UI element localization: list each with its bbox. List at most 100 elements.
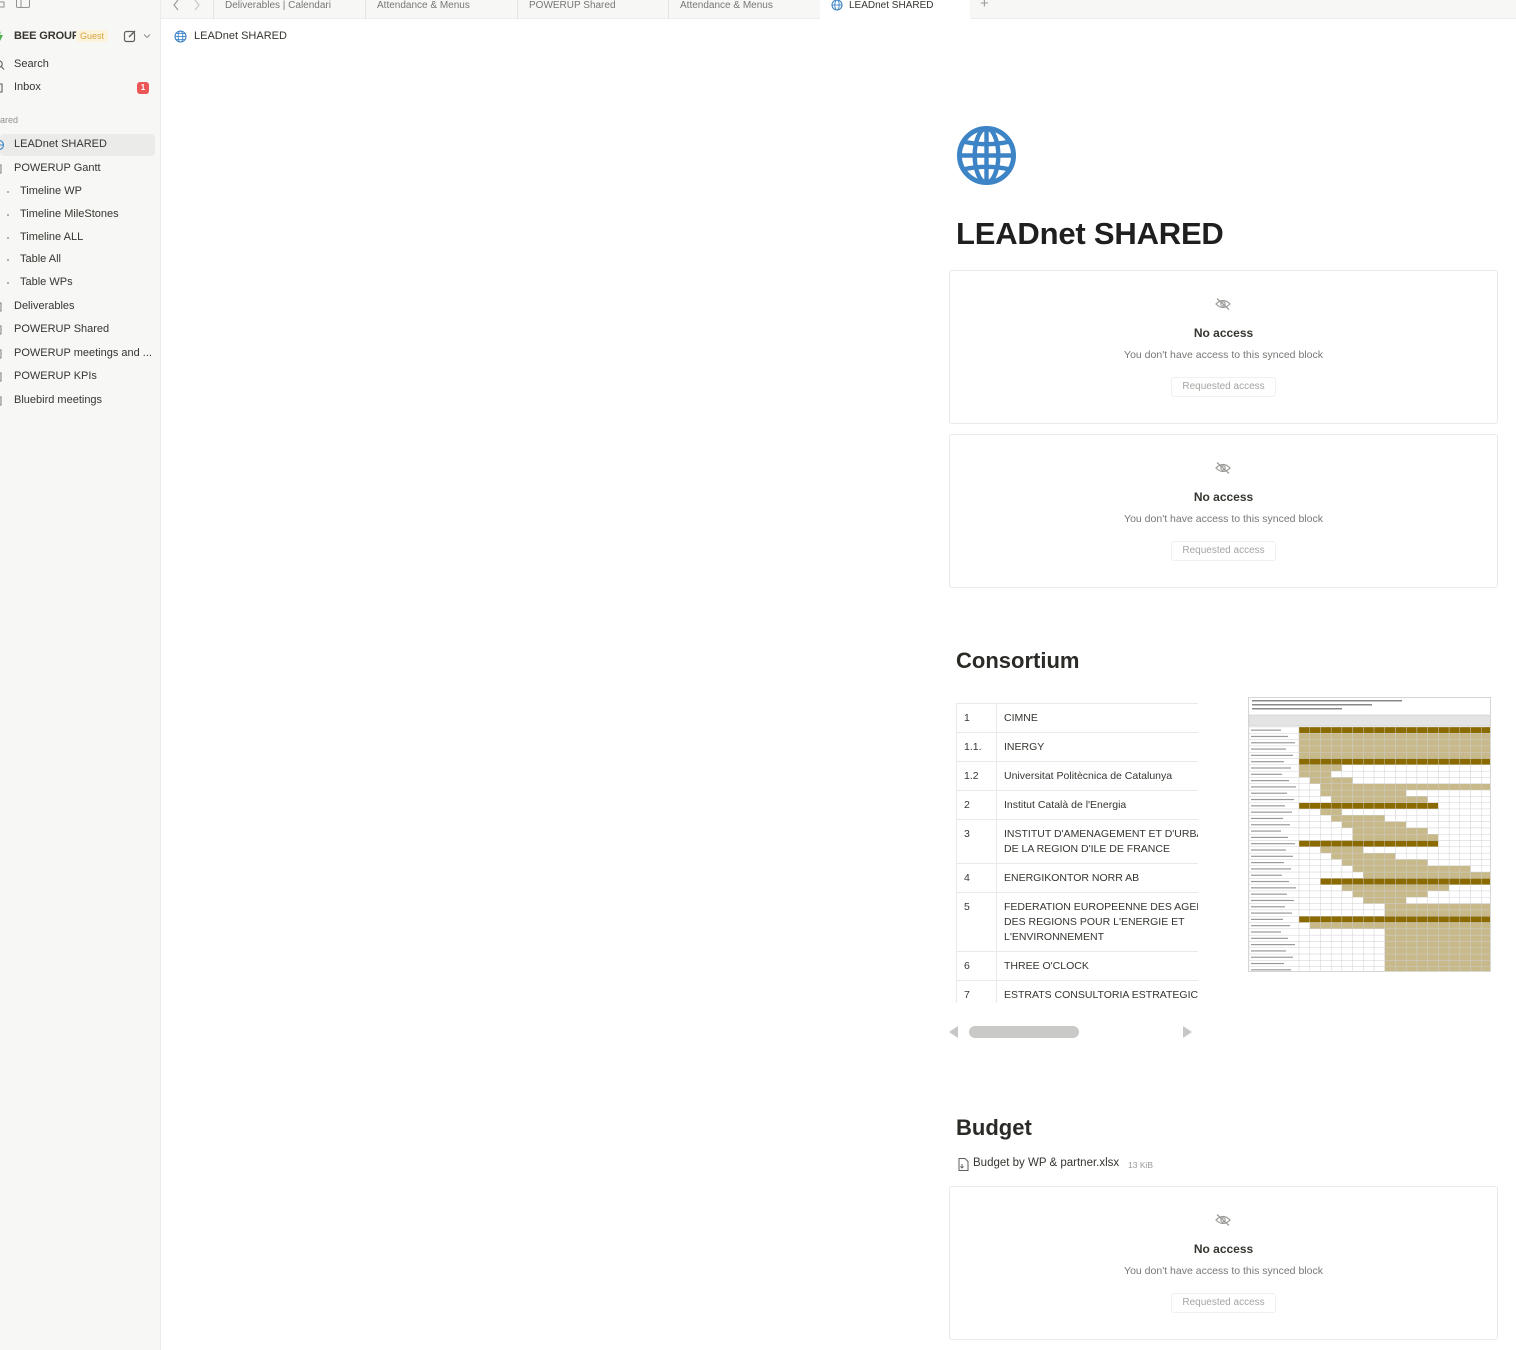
table-row[interactable]: 1.1. INERGY xyxy=(956,732,1198,762)
gantt-cell xyxy=(1416,764,1428,772)
consortium-table[interactable]: 1 CIMNE 1.1. INERGY 1.2 Universitat Politècni… xyxy=(956,703,1198,1003)
sidebar-item-table-all[interactable]: Table All xyxy=(0,249,155,271)
gantt-cell xyxy=(1341,840,1353,848)
tab-attendance-menus-2[interactable]: Attendance & Menus xyxy=(668,0,820,19)
table-row[interactable]: 1 CIMNE xyxy=(956,703,1198,733)
partner-number-cell: 6 xyxy=(956,951,997,981)
gantt-cell xyxy=(1373,953,1385,961)
gantt-task-label-text xyxy=(1251,925,1290,927)
gantt-chart-image[interactable] xyxy=(1248,697,1491,972)
gantt-cell xyxy=(1395,878,1407,885)
requested-access-button[interactable]: Requested access xyxy=(1171,1293,1276,1313)
gantt-task-label-text xyxy=(1251,944,1295,946)
new-page-icon[interactable] xyxy=(123,29,137,43)
gantt-cell xyxy=(1438,827,1450,835)
sidebar-item-table-wps[interactable]: Table WPs xyxy=(0,272,155,294)
globe-icon xyxy=(0,140,5,150)
table-row[interactable]: 1.2 Universitat Politècnica de Catalunya xyxy=(956,761,1198,791)
gantt-cell xyxy=(1341,941,1353,948)
sidebar-item-leadnet-shared[interactable]: LEADnet SHARED xyxy=(0,134,155,156)
gantt-cell xyxy=(1384,733,1396,740)
sidebar-item-deliverables[interactable]: Deliverables xyxy=(0,296,155,318)
gantt-cell xyxy=(1330,890,1343,898)
sidebar-item-powerup-shared[interactable]: POWERUP Shared xyxy=(0,319,155,341)
sidebar-search[interactable]: Search xyxy=(0,54,155,76)
gantt-cell xyxy=(1320,859,1332,866)
gantt-cell xyxy=(1309,802,1321,810)
gantt-cell xyxy=(1330,726,1343,734)
gantt-cell xyxy=(1363,934,1375,942)
gantt-cell xyxy=(1459,947,1471,955)
new-tab-button[interactable]: + xyxy=(980,0,992,11)
gantt-cell xyxy=(1330,916,1343,923)
budget-heading[interactable]: Budget xyxy=(956,1115,1032,1141)
tab-attendance-menus[interactable]: Attendance & Menus xyxy=(365,0,517,19)
table-row[interactable]: 5FEDERATION EUROPEENNE DES AGENCES ET DE… xyxy=(956,892,1198,952)
gantt-cell xyxy=(1470,745,1482,753)
workspace-switcher[interactable]: BEE GROUP Guest xyxy=(0,26,160,48)
tab-leadnet-shared[interactable]: LEADnet SHARED xyxy=(820,0,970,19)
gantt-cell xyxy=(1406,903,1418,911)
gantt-cell xyxy=(1373,846,1385,854)
sidebar-item-powerup-meetings[interactable]: POWERUP meetings and ... xyxy=(0,343,155,365)
inbox-icon xyxy=(0,83,3,93)
sidebar-toggle-icon[interactable] xyxy=(16,0,30,8)
scroll-right-arrow-icon[interactable] xyxy=(1183,1026,1192,1038)
synced-block-no-access: No access You don't have access to this … xyxy=(949,270,1498,424)
gantt-cell xyxy=(1341,796,1353,803)
sidebar-item-bluebird-meetings[interactable]: Bluebird meetings xyxy=(0,390,155,412)
gantt-cell xyxy=(1448,865,1461,873)
gantt-task-label-text xyxy=(1251,786,1296,788)
gantt-cell xyxy=(1373,783,1385,791)
partner-number-cell: 1.2 xyxy=(956,761,997,791)
gantt-cell xyxy=(1416,840,1428,848)
forward-arrow-icon[interactable] xyxy=(192,0,202,12)
gantt-cell xyxy=(1363,764,1375,772)
sidebar-item-powerup-kpis[interactable]: POWERUP KPIs xyxy=(0,366,155,388)
partner-number-cell: 1.1. xyxy=(956,732,997,762)
gantt-cell xyxy=(1320,821,1332,829)
table-row[interactable]: 6 THREE O'CLOCK xyxy=(956,951,1198,981)
gantt-cell xyxy=(1427,928,1439,936)
table-horizontal-scrollbar[interactable] xyxy=(949,1024,1195,1040)
sidebar-item-powerup-gantt[interactable]: POWERUP Gantt xyxy=(0,158,155,180)
gantt-cell xyxy=(1373,777,1385,784)
gantt-cell xyxy=(1406,916,1418,923)
scrollbar-thumb[interactable] xyxy=(969,1026,1079,1038)
sidebar-inbox[interactable]: Inbox 1 xyxy=(0,77,155,99)
gantt-cell xyxy=(1341,928,1353,936)
gantt-cell xyxy=(1309,752,1321,759)
sidebar-item-timeline-milestones[interactable]: Timeline MileStones xyxy=(0,204,155,226)
table-row[interactable]: 3INSTITUT D'AMENAGEMENT ET D'URBANISME D… xyxy=(956,819,1198,864)
lock-icon[interactable] xyxy=(0,0,5,8)
back-arrow-icon[interactable] xyxy=(171,0,181,12)
gantt-cell xyxy=(1481,726,1490,734)
gantt-cell xyxy=(1352,827,1364,835)
requested-access-button[interactable]: Requested access xyxy=(1171,541,1276,561)
table-row[interactable]: 2 Institut Català de l'Energia xyxy=(956,790,1198,820)
tab-deliverables-calendari[interactable]: Deliverables | Calendari xyxy=(213,0,365,19)
sidebar-item-timeline-all[interactable]: Timeline ALL xyxy=(0,227,155,249)
table-row[interactable]: 4 ENERGIKONTOR NORR AB xyxy=(956,863,1198,893)
tab-powerup-shared[interactable]: POWERUP Shared xyxy=(517,0,669,19)
partner-number-cell: 7 xyxy=(956,980,997,1003)
gantt-cell xyxy=(1373,726,1385,734)
gantt-cell xyxy=(1438,884,1450,892)
globe-icon[interactable] xyxy=(956,125,1017,186)
gantt-task-label-text xyxy=(1251,855,1293,857)
page-title[interactable]: LEADnet SHARED xyxy=(956,216,1224,252)
scroll-left-arrow-icon[interactable] xyxy=(949,1026,958,1038)
sidebar-item-label: Timeline WP xyxy=(20,185,82,197)
gantt-cell xyxy=(1459,852,1471,860)
consortium-heading[interactable]: Consortium xyxy=(956,648,1079,674)
gantt-cell xyxy=(1448,745,1461,753)
gantt-cell xyxy=(1406,764,1418,772)
table-row[interactable]: 7ESTRATS CONSULTORIA ESTRATEGICA SCCL xyxy=(956,980,1198,1003)
gantt-cell xyxy=(1438,953,1450,961)
requested-access-button[interactable]: Requested access xyxy=(1171,377,1276,397)
gantt-cell xyxy=(1459,777,1471,784)
gantt-cell xyxy=(1481,758,1490,766)
gantt-cell xyxy=(1330,897,1343,904)
chevron-down-icon[interactable] xyxy=(143,32,151,40)
sidebar-item-timeline-wp[interactable]: Timeline WP xyxy=(0,181,155,203)
